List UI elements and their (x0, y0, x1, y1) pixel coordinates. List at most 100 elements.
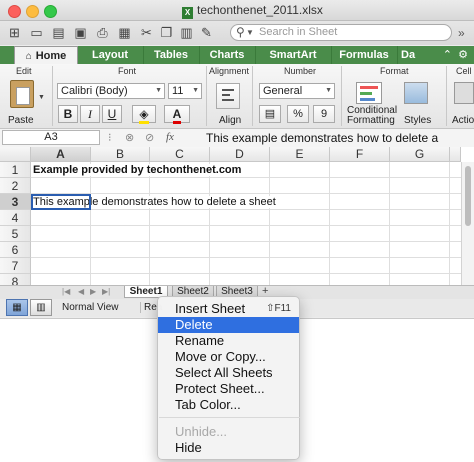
last-sheet-icon[interactable]: ▶| (102, 286, 110, 298)
minimize-window-button[interactable] (26, 5, 39, 18)
vertical-scrollbar[interactable] (461, 162, 474, 285)
save-icon[interactable]: ▣ (72, 24, 89, 41)
format-painter-icon[interactable]: ✎ (198, 24, 215, 41)
column-header-b[interactable]: B (91, 147, 150, 162)
formula-content[interactable]: This example demonstrates how to delete … (206, 131, 438, 145)
ribbon-divider (446, 66, 447, 126)
collapse-ribbon-icon[interactable]: ⌃ (443, 48, 452, 61)
comma-style-button[interactable]: 9 (313, 105, 335, 123)
gridline (329, 162, 330, 285)
conditional-formatting-icon[interactable] (356, 82, 382, 104)
menu-item-label: Select All Sheets (175, 365, 273, 380)
row-header-3[interactable]: 3 (0, 194, 31, 210)
font-size-select[interactable]: 11 ▼ (168, 83, 202, 99)
number-format-select[interactable]: General ▼ (259, 83, 335, 99)
search-field[interactable]: ⚲ ▼ Search in Sheet (230, 24, 452, 41)
tab-formulas[interactable]: Formulas (331, 46, 398, 64)
new-from-template-icon[interactable]: ⊞ (6, 24, 23, 41)
select-all-corner[interactable] (0, 147, 31, 162)
row-header-5[interactable]: 5 (0, 226, 31, 242)
column-header-c[interactable]: C (150, 147, 210, 162)
new-document-icon[interactable]: ▭ (28, 24, 45, 41)
close-window-button[interactable] (8, 5, 21, 18)
menu-item-hide[interactable]: Hide (158, 440, 299, 456)
menu-item-unhide: Unhide... (158, 424, 299, 440)
gear-icon[interactable]: ⚙ (458, 48, 468, 61)
column-header-f[interactable]: F (330, 147, 390, 162)
row-header-1[interactable]: 1 (0, 162, 31, 178)
column-header-d[interactable]: D (210, 147, 270, 162)
group-format-label: Format (380, 66, 409, 76)
menu-separator (159, 417, 300, 418)
gridline (31, 177, 461, 178)
menu-item-insert-sheet[interactable]: Insert Sheet ⇧F11 (158, 301, 299, 317)
align-icon (222, 89, 234, 91)
toolbar-options-icon[interactable]: » (458, 26, 465, 40)
underline-button[interactable]: U (102, 105, 122, 123)
previous-sheet-icon[interactable]: ◀ (78, 286, 84, 298)
cell-a1[interactable]: Example provided by techonthenet.com (33, 164, 242, 176)
zoom-window-button[interactable] (44, 5, 57, 18)
percent-style-button[interactable]: % (287, 105, 309, 123)
accounting-format-button[interactable]: ▤ (259, 105, 281, 123)
menu-item-tab-color[interactable]: Tab Color... (158, 397, 299, 413)
menu-item-label: Protect Sheet... (175, 381, 265, 396)
menu-item-move-or-copy[interactable]: Move or Copy... (158, 349, 299, 365)
tab-tables[interactable]: Tables (143, 46, 200, 64)
enter-icon[interactable]: ⊘ (145, 131, 154, 144)
import-icon[interactable]: ▦ (116, 24, 133, 41)
tab-home[interactable]: ⌂ Home (14, 46, 78, 66)
tab-charts[interactable]: Charts (199, 46, 256, 64)
column-header-g[interactable]: G (390, 147, 450, 162)
bar-icon (360, 86, 378, 89)
scrollbar-thumb[interactable] (465, 166, 471, 226)
row-header-2[interactable]: 2 (0, 178, 31, 194)
page-layout-view-button[interactable]: ▥ (30, 299, 52, 316)
italic-button[interactable]: I (80, 105, 100, 123)
menu-item-select-all-sheets[interactable]: Select All Sheets (158, 365, 299, 381)
menu-item-protect-sheet[interactable]: Protect Sheet... (158, 381, 299, 397)
menu-item-rename[interactable]: Rename (158, 333, 299, 349)
normal-view-button[interactable]: ▦ (6, 299, 28, 316)
font-color-button[interactable]: A (164, 105, 190, 124)
tab-layout[interactable]: Layout (77, 46, 144, 64)
styles-label: Styles (404, 115, 432, 126)
bold-button[interactable]: B (58, 105, 78, 123)
print-icon[interactable]: ⎙ (94, 24, 111, 41)
first-sheet-icon[interactable]: |◀ (62, 286, 70, 298)
paste-options-chevron-icon[interactable]: ▼ (38, 94, 45, 101)
paste-label: Paste (8, 115, 34, 126)
insert-function-icon[interactable]: fx (166, 131, 174, 143)
column-header-e[interactable]: E (270, 147, 330, 162)
open-icon[interactable]: ▤ (50, 24, 67, 41)
row-header-6[interactable]: 6 (0, 242, 31, 258)
group-edit-label: Edit (16, 66, 32, 76)
align-button[interactable] (216, 83, 240, 109)
tab-smartart[interactable]: SmartArt (255, 46, 332, 64)
cut-icon[interactable]: ✂ (138, 24, 155, 41)
font-name-select[interactable]: Calibri (Body) ▼ (57, 83, 165, 99)
cancel-icon[interactable]: ⊗ (125, 131, 134, 144)
gridline (31, 209, 461, 210)
copy-icon[interactable]: ❐ (158, 24, 175, 41)
ribbon-tabs: ⌂ Home Layout Tables Charts SmartArt Form… (0, 46, 474, 66)
paste-clipboard-icon[interactable] (10, 80, 34, 108)
tab-data[interactable]: Da (397, 46, 437, 64)
row-header-7[interactable]: 7 (0, 258, 31, 274)
row-header-4[interactable]: 4 (0, 210, 31, 226)
actions-icon[interactable] (454, 82, 474, 104)
fill-color-button[interactable]: ◈ (132, 105, 156, 124)
row-header-8[interactable]: 8 (0, 274, 31, 285)
worksheet-grid[interactable]: A B C D E F G 1 2 3 4 5 6 7 8 Example pr… (0, 147, 474, 285)
column-header-h[interactable] (450, 147, 461, 162)
name-box[interactable]: A3 (2, 130, 100, 145)
column-header-a[interactable]: A (31, 147, 91, 162)
styles-icon[interactable] (404, 82, 428, 104)
next-sheet-icon[interactable]: ▶ (90, 286, 96, 298)
paste-icon[interactable]: ▥ (178, 24, 195, 41)
group-font-label: Font (118, 66, 137, 76)
font-name-value: Calibri (Body) (61, 85, 128, 97)
number-format-value: General (263, 85, 303, 97)
more-options-icon[interactable]: ⁝ (108, 131, 112, 144)
menu-item-delete[interactable]: Delete (158, 317, 299, 333)
